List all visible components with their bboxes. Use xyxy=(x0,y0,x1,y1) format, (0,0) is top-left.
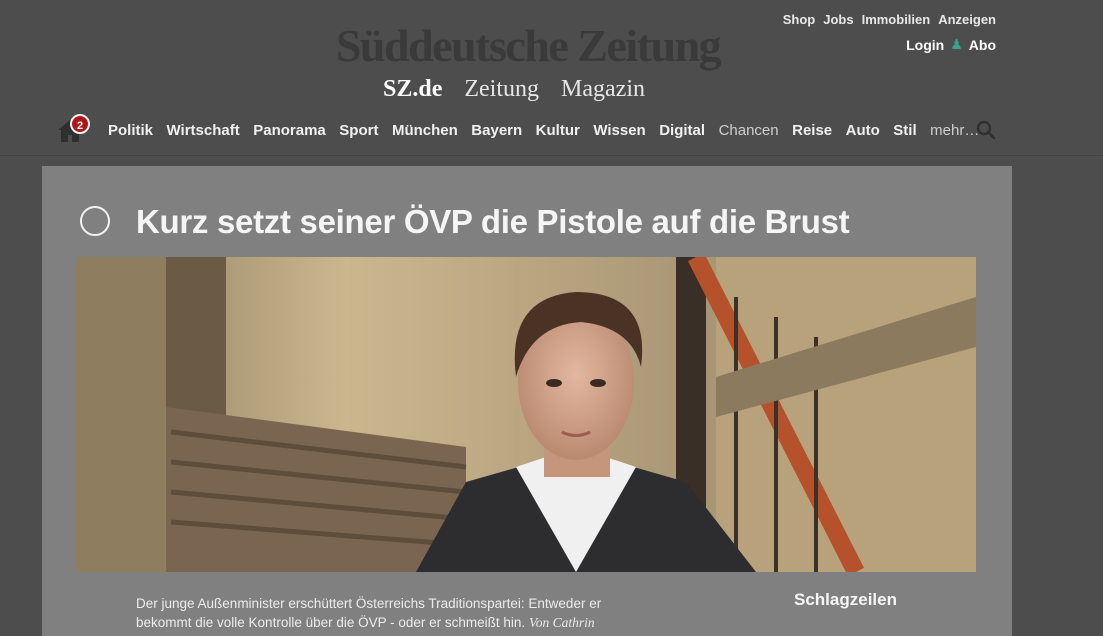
headlines-sidebar-title: Schlagzeilen xyxy=(794,590,897,609)
nav-item-panorama[interactable]: Panorama xyxy=(253,122,326,139)
nav-item-bayern[interactable]: Bayern xyxy=(471,122,522,139)
site-logo[interactable]: Süddeutsche Zeitung xyxy=(298,18,758,74)
nav-item-muenchen[interactable]: München xyxy=(392,122,458,139)
login-link[interactable]: Login xyxy=(906,37,944,53)
account-links: Login ♟ Abo xyxy=(906,36,996,53)
article-headline[interactable]: Kurz setzt seiner ÖVP die Pistole auf di… xyxy=(136,202,850,242)
nav-item-stil[interactable]: Stil xyxy=(893,122,916,139)
subnav-zeitung[interactable]: Zeitung xyxy=(464,74,539,104)
toplink-jobs[interactable]: Jobs xyxy=(823,12,853,27)
search-icon[interactable] xyxy=(976,120,996,140)
bookmark-circle-icon[interactable] xyxy=(80,206,110,236)
subnav-sz-de[interactable]: SZ.de xyxy=(383,74,442,104)
article-hero-image[interactable] xyxy=(76,257,976,572)
toplink-anzeigen[interactable]: Anzeigen xyxy=(938,12,996,27)
user-icon[interactable]: ♟ xyxy=(950,36,963,53)
sub-navigation: SZ.de Zeitung Magazin xyxy=(383,74,645,104)
nav-item-politik[interactable]: Politik xyxy=(108,122,153,139)
abo-link[interactable]: Abo xyxy=(969,37,996,53)
nav-item-wissen[interactable]: Wissen xyxy=(593,122,645,139)
nav-item-wirtschaft[interactable]: Wirtschaft xyxy=(167,122,240,139)
top-links: Shop Jobs Immobilien Anzeigen xyxy=(783,12,996,27)
main-navigation: 2 Politik Wirtschaft Panorama Sport Münc… xyxy=(56,114,1006,148)
article-teaser: Kurz setzt seiner ÖVP die Pistole auf di… xyxy=(42,166,1012,636)
nav-item-kultur[interactable]: Kultur xyxy=(536,122,580,139)
nav-item-mehr[interactable]: mehr… xyxy=(930,122,979,139)
site-header: Süddeutsche Zeitung SZ.de Zeitung Magazi… xyxy=(0,0,1103,155)
article-teaser-text: Der junge Außenminister erschüttert Öste… xyxy=(136,594,656,632)
header-divider xyxy=(0,155,1103,156)
toplink-immobilien[interactable]: Immobilien xyxy=(862,12,931,27)
nav-item-chancen[interactable]: Chancen xyxy=(719,122,779,139)
nav-item-reise[interactable]: Reise xyxy=(792,122,832,139)
home-icon[interactable]: 2 xyxy=(56,114,90,144)
nav-item-digital[interactable]: Digital xyxy=(659,122,705,139)
nav-items: Politik Wirtschaft Panorama Sport Münche… xyxy=(108,122,993,139)
toplink-shop[interactable]: Shop xyxy=(783,12,816,27)
nav-item-auto[interactable]: Auto xyxy=(846,122,880,139)
nav-item-sport[interactable]: Sport xyxy=(339,122,378,139)
byline: Von Cathrin xyxy=(528,615,595,630)
subnav-magazin[interactable]: Magazin xyxy=(561,74,645,104)
notification-badge: 2 xyxy=(70,114,90,134)
